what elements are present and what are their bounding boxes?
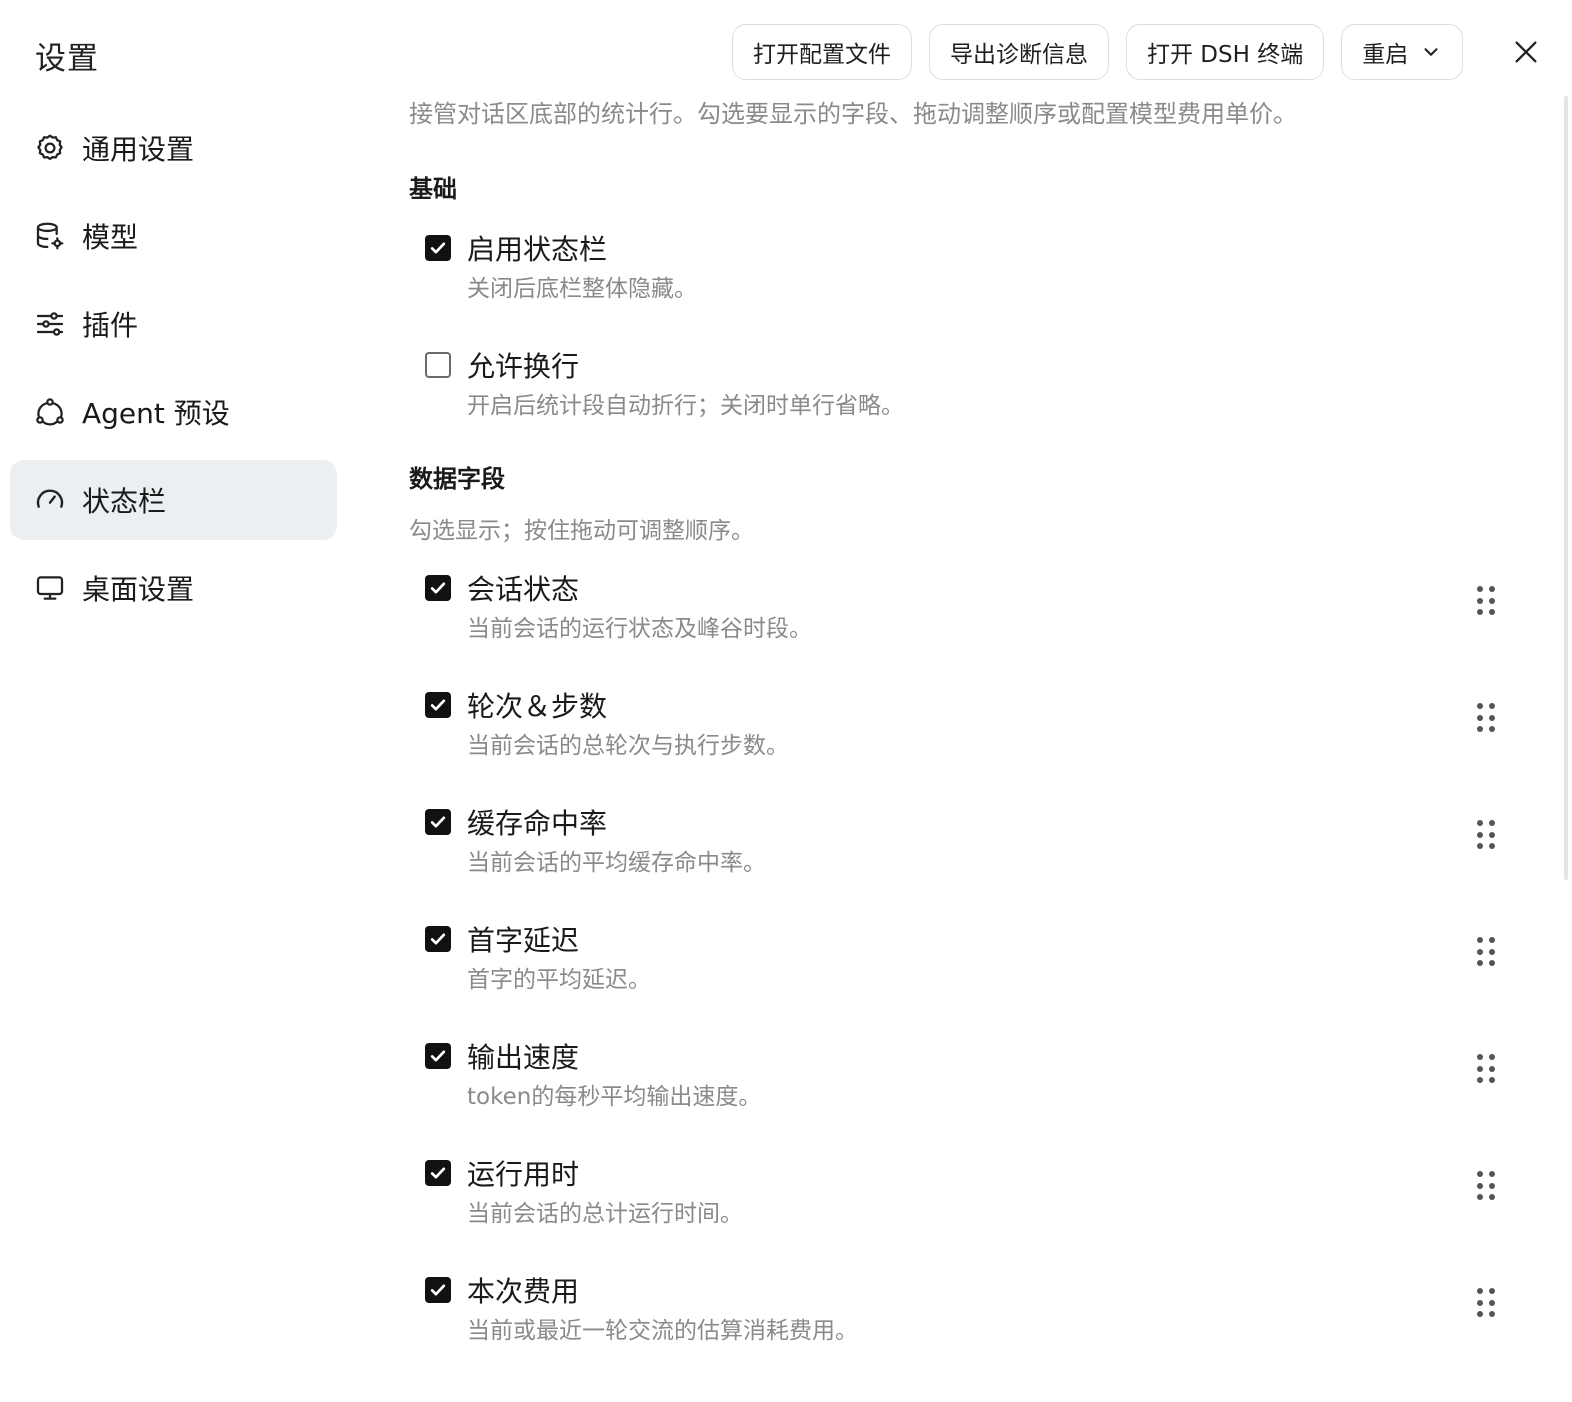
sidebar-item-general[interactable]: 通用设置 [10,108,337,188]
field-label: 首字延迟 [467,924,580,957]
section-intro: 接管对话区底部的统计行。勾选要显示的字段、拖动调整顺序或配置模型费用单价。 [409,100,1297,128]
option-description: 关闭后底栏整体隐藏。 [467,276,697,302]
sidebar-item-status-bar[interactable]: 状态栏 [10,460,337,540]
main-content: 接管对话区底部的统计行。勾选要显示的字段、拖动调整顺序或配置模型费用单价。 基础… [409,96,1549,1387]
sidebar-item-label: 通用设置 [82,133,195,166]
field-item-first-token-latency: 首字延迟 首字的平均延迟。 [409,919,1549,1036]
agent-nodes-icon [36,398,64,426]
gauge-icon [36,489,64,508]
field-label: 缓存命中率 [467,807,608,840]
option-label: 启用状态栏 [467,233,608,266]
page-title: 设置 [35,41,99,77]
field-checkbox[interactable] [425,692,451,718]
field-label: 输出速度 [467,1041,580,1074]
toolbar: 打开配置文件 导出诊断信息 打开 DSH 终端 重启 [732,24,1464,80]
sidebar-item-label: 插件 [82,309,139,342]
database-gear-icon [36,222,64,250]
sidebar: 通用设置 模型 插件 Agent 预设 状态栏 桌面设置 [10,108,337,636]
checkmark-icon [430,1050,446,1062]
settings-window: 设置 打开配置文件 导出诊断信息 打开 DSH 终端 重启 通用设置 模型 插件… [0,0,1572,1402]
checkmark-icon [430,933,446,945]
open-config-button[interactable]: 打开配置文件 [732,24,912,80]
drag-handle-icon[interactable] [1477,1054,1495,1084]
field-description: 当前会话的总轮次与执行步数。 [467,733,789,759]
field-item-rounds-steps: 轮次＆步数 当前会话的总轮次与执行步数。 [409,685,1549,802]
option-allow-wrap: 允许换行 开启后统计段自动折行；关闭时单行省略。 [409,345,1549,462]
field-item-run-time: 运行用时 当前会话的总计运行时间。 [409,1153,1549,1270]
sidebar-item-models[interactable]: 模型 [10,196,337,276]
field-checkbox[interactable] [425,1043,451,1069]
sidebar-item-label: 桌面设置 [82,573,195,606]
section-title-basic: 基础 [409,175,457,203]
drag-handle-icon[interactable] [1477,586,1495,616]
monitor-icon [36,576,64,600]
field-label: 运行用时 [467,1158,580,1191]
export-diagnostics-button[interactable]: 导出诊断信息 [929,24,1109,80]
sidebar-item-label: 模型 [82,221,139,254]
drag-handle-icon[interactable] [1477,703,1495,733]
field-description: token的每秒平均输出速度。 [467,1084,762,1110]
field-checkbox[interactable] [425,809,451,835]
drag-handle-icon[interactable] [1477,1288,1495,1318]
field-checkbox[interactable] [425,1160,451,1186]
restart-dropdown-button[interactable]: 重启 [1341,24,1464,80]
gear-icon [37,134,63,161]
sidebar-item-label: Agent 预设 [82,397,230,430]
drag-handle-icon[interactable] [1477,820,1495,850]
field-item-session-status: 会话状态 当前会话的运行状态及峰谷时段。 [409,568,1549,685]
close-button[interactable] [1508,34,1544,70]
section-description: 勾选显示；按住拖动可调整顺序。 [409,518,754,544]
close-icon [1515,41,1537,63]
field-description: 当前会话的总计运行时间。 [467,1201,743,1227]
sidebar-item-desktop[interactable]: 桌面设置 [10,548,337,628]
field-checkbox[interactable] [425,1277,451,1303]
enable-status-bar-checkbox[interactable] [425,235,451,261]
field-label: 会话状态 [467,573,580,606]
scrollbar[interactable] [1564,96,1568,880]
checkmark-icon [430,1167,446,1179]
chevron-down-icon [1424,48,1438,56]
option-description: 开启后统计段自动折行；关闭时单行省略。 [467,393,904,419]
option-enable-status-bar: 启用状态栏 关闭后底栏整体隐藏。 [409,228,1549,345]
field-description: 当前或最近一轮交流的估算消耗费用。 [467,1318,858,1344]
drag-handle-icon[interactable] [1477,937,1495,967]
allow-wrap-checkbox[interactable] [425,352,451,378]
field-description: 当前会话的平均缓存命中率。 [467,850,766,876]
open-dsh-terminal-button[interactable]: 打开 DSH 终端 [1126,24,1325,80]
sidebar-item-agent-presets[interactable]: Agent 预设 [10,372,337,452]
checkmark-icon [430,699,446,711]
sidebar-item-plugins[interactable]: 插件 [10,284,337,364]
field-label: 轮次＆步数 [467,690,608,723]
section-title-data-fields: 数据字段 [409,465,505,493]
field-checkbox[interactable] [425,926,451,952]
sidebar-item-label: 状态栏 [82,485,167,518]
field-list: 会话状态 当前会话的运行状态及峰谷时段。 轮次＆步数 当前会话的总轮次与执行步数… [409,568,1549,1387]
option-label: 允许换行 [467,350,580,383]
checkmark-icon [430,816,446,828]
drag-handle-icon[interactable] [1477,1171,1495,1201]
field-item-cache-hit-rate: 缓存命中率 当前会话的平均缓存命中率。 [409,802,1549,919]
checkmark-icon [430,1284,446,1296]
restart-label: 重启 [1362,42,1409,68]
field-description: 当前会话的运行状态及峰谷时段。 [467,616,812,642]
sliders-icon [36,312,64,336]
field-checkbox[interactable] [425,575,451,601]
field-item-output-speed: 输出速度 token的每秒平均输出速度。 [409,1036,1549,1153]
field-item-current-cost: 本次费用 当前或最近一轮交流的估算消耗费用。 [409,1270,1549,1387]
field-description: 首字的平均延迟。 [467,967,651,993]
checkmark-icon [430,582,446,594]
field-label: 本次费用 [467,1275,580,1308]
checkmark-icon [430,242,446,254]
